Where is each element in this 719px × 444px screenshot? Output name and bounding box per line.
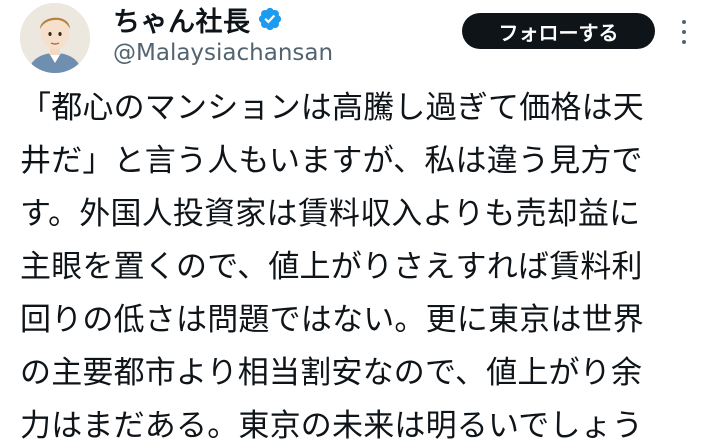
more-dot	[682, 20, 686, 24]
post-text-line: 力はまだある。東京の未来は明るいでしょう	[20, 408, 644, 444]
more-dots-icon[interactable]	[676, 16, 692, 48]
post-text-line: す。外国人投資家は賃料収入よりも売却益に	[20, 196, 641, 232]
follow-button[interactable]: フォローする	[462, 13, 655, 49]
more-dot	[682, 30, 686, 34]
post-text-line: 主眼を置くので、値上がりさえすれば賃料利	[20, 249, 643, 285]
post-card: ちゃん社長 @Malaysiachansan フォローする 「都心のマンションは…	[0, 0, 719, 444]
post-text-line: 回りの低さは問題ではない。更に東京は世界	[20, 302, 644, 338]
author-name-row: ちゃん社長	[113, 0, 283, 39]
post-text: 「都心のマンションは高騰し過ぎて価格は天 井だ」と言う人もいますが、私は違う見方…	[20, 82, 700, 444]
post-text-line: 「都心のマンションは高騰し過ぎて価格は天	[20, 90, 644, 126]
post-text-line: 井だ」と言う人もいますが、私は違う見方で	[20, 143, 643, 179]
post-text-line: の主要都市より相当割安なので、値上がり余	[20, 355, 643, 391]
author-handle[interactable]: @Malaysiachansan	[113, 40, 333, 66]
more-dot	[682, 40, 686, 44]
avatar-illustration-icon	[20, 3, 90, 73]
avatar[interactable]	[20, 3, 90, 73]
verified-badge-icon	[257, 6, 283, 32]
author-display-name[interactable]: ちゃん社長	[113, 0, 251, 39]
